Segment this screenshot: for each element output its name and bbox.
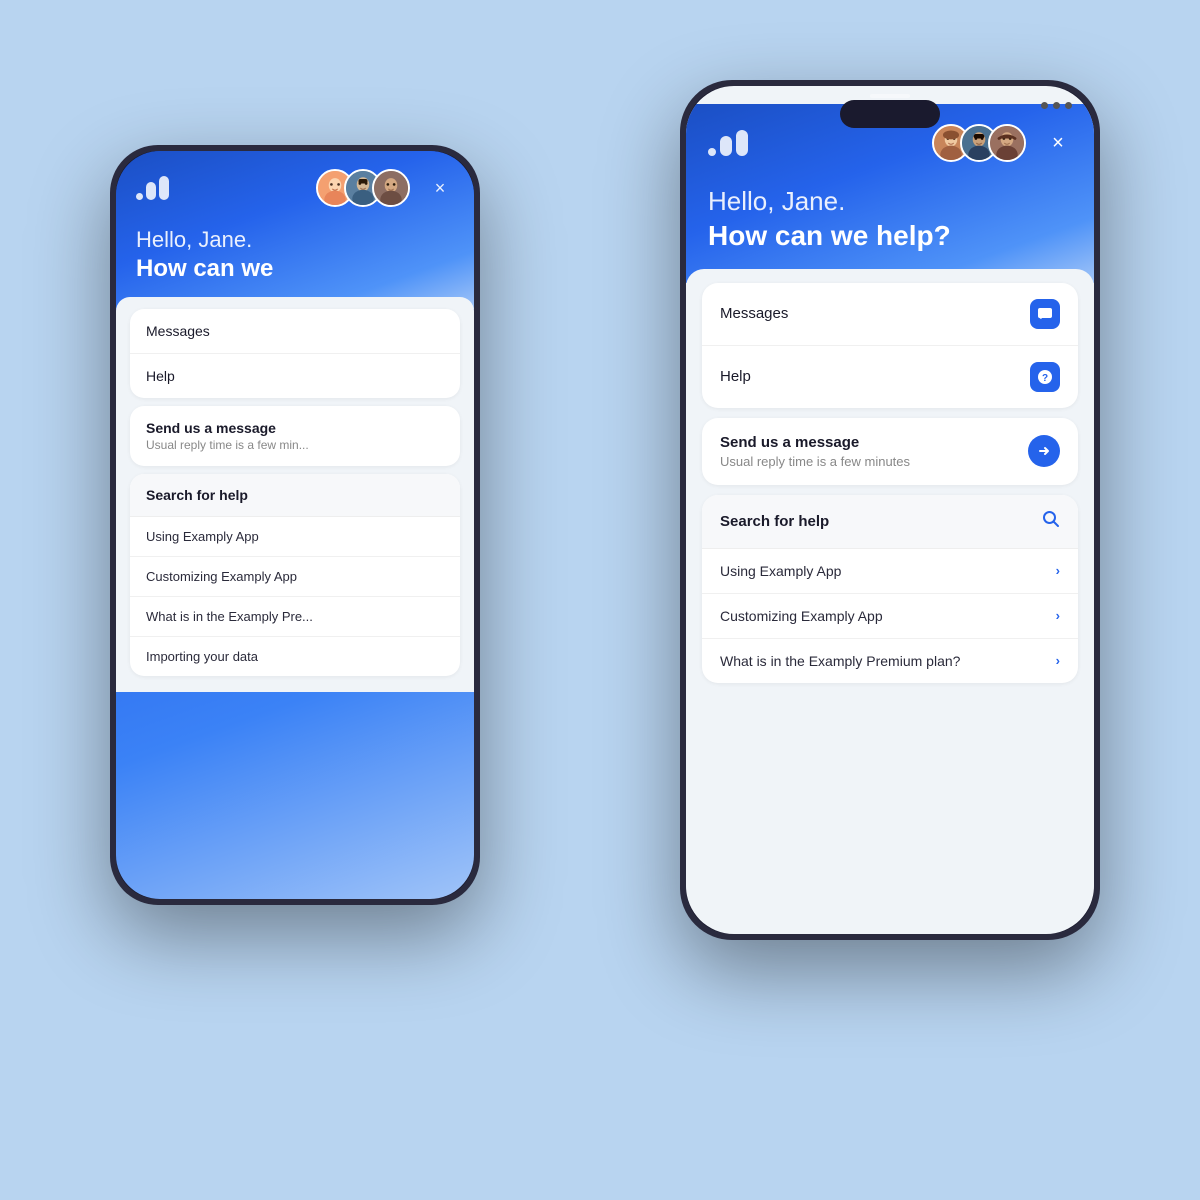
front-screen-body: Messages Help ?: [686, 269, 1094, 703]
back-logo: [136, 176, 169, 200]
back-help-item-3[interactable]: What is in the Examply Pre...: [130, 597, 460, 637]
back-help-row[interactable]: Help: [130, 354, 460, 398]
chevron-right-icon-2: ›: [1056, 608, 1060, 623]
back-avatars: [316, 169, 410, 207]
front-greeting-light: Hello, Jane.: [708, 186, 1072, 217]
front-topbar: ×: [708, 124, 1072, 162]
back-help-item-1[interactable]: Using Examply App: [130, 517, 460, 557]
back-help-item-2[interactable]: Customizing Examply App: [130, 557, 460, 597]
front-help-item-1[interactable]: Using Examply App ›: [702, 549, 1078, 594]
back-send-message-card[interactable]: Send us a message Usual reply time is a …: [130, 406, 460, 466]
back-phone-screen: × Hello, Jane. How can we Messages Help …: [116, 151, 474, 899]
front-phone-screen: × Hello, Jane. How can we help? Messages: [686, 86, 1094, 934]
back-search-header: Search for help: [130, 474, 460, 517]
back-close-button[interactable]: ×: [426, 174, 454, 202]
front-nav-card: Messages Help ?: [702, 283, 1078, 408]
avatar-3: [372, 169, 410, 207]
front-send-message-card[interactable]: Send us a message Usual reply time is a …: [702, 418, 1078, 485]
front-help-item-3[interactable]: What is in the Examply Premium plan? ›: [702, 639, 1078, 683]
front-topbar-right: ×: [932, 124, 1072, 162]
back-screen-header: × Hello, Jane. How can we: [116, 151, 474, 309]
back-greeting-bold: How can we: [136, 255, 454, 283]
front-search-help-card: Search for help Using Examply App › Cust…: [702, 495, 1078, 683]
back-search-label: Search for help: [146, 487, 248, 503]
front-help-row[interactable]: Help ?: [702, 346, 1078, 408]
back-greeting-light: Hello, Jane.: [136, 227, 454, 253]
back-help-item-4[interactable]: Importing your data: [130, 637, 460, 676]
svg-text:?: ?: [1042, 373, 1048, 384]
front-avatar-3: [988, 124, 1026, 162]
front-send-text-block: Send us a message Usual reply time is a …: [720, 434, 910, 469]
front-send-title: Send us a message: [720, 434, 910, 451]
front-send-subtitle: Usual reply time is a few minutes: [720, 454, 910, 469]
front-screen-header: × Hello, Jane. How can we help?: [686, 104, 1094, 283]
send-arrow-icon: [1028, 435, 1060, 467]
front-messages-row[interactable]: Messages: [702, 283, 1078, 346]
back-send-title: Send us a message: [146, 420, 444, 436]
back-search-card: Search for help Using Examply App Custom…: [130, 474, 460, 676]
back-screen-body: Messages Help Send us a message Usual re…: [116, 297, 474, 692]
front-avatars: [932, 124, 1026, 162]
back-topbar-right: ×: [316, 169, 454, 207]
front-search-header: Search for help: [702, 495, 1078, 549]
back-phone: × Hello, Jane. How can we Messages Help …: [110, 145, 480, 905]
back-send-subtitle: Usual reply time is a few min...: [146, 438, 444, 452]
back-messages-row[interactable]: Messages: [130, 309, 460, 354]
front-search-label: Search for help: [720, 513, 829, 530]
front-close-button[interactable]: ×: [1044, 129, 1072, 157]
pull-handle: [870, 94, 910, 98]
status-dots: [1041, 102, 1072, 109]
search-icon[interactable]: [1042, 510, 1060, 533]
help-icon: ?: [1030, 362, 1060, 392]
back-nav-card: Messages Help: [130, 309, 460, 398]
chevron-right-icon-1: ›: [1056, 563, 1060, 578]
front-help-item-2[interactable]: Customizing Examply App ›: [702, 594, 1078, 639]
front-messages-label: Messages: [720, 305, 788, 322]
messages-icon: [1030, 299, 1060, 329]
phone-notch: [840, 100, 940, 128]
front-greeting-bold: How can we help?: [708, 219, 1072, 253]
chevron-right-icon-3: ›: [1056, 653, 1060, 668]
front-logo: [708, 130, 748, 156]
front-help-label: Help: [720, 368, 751, 385]
front-phone: × Hello, Jane. How can we help? Messages: [680, 80, 1100, 940]
back-topbar: ×: [136, 169, 454, 207]
